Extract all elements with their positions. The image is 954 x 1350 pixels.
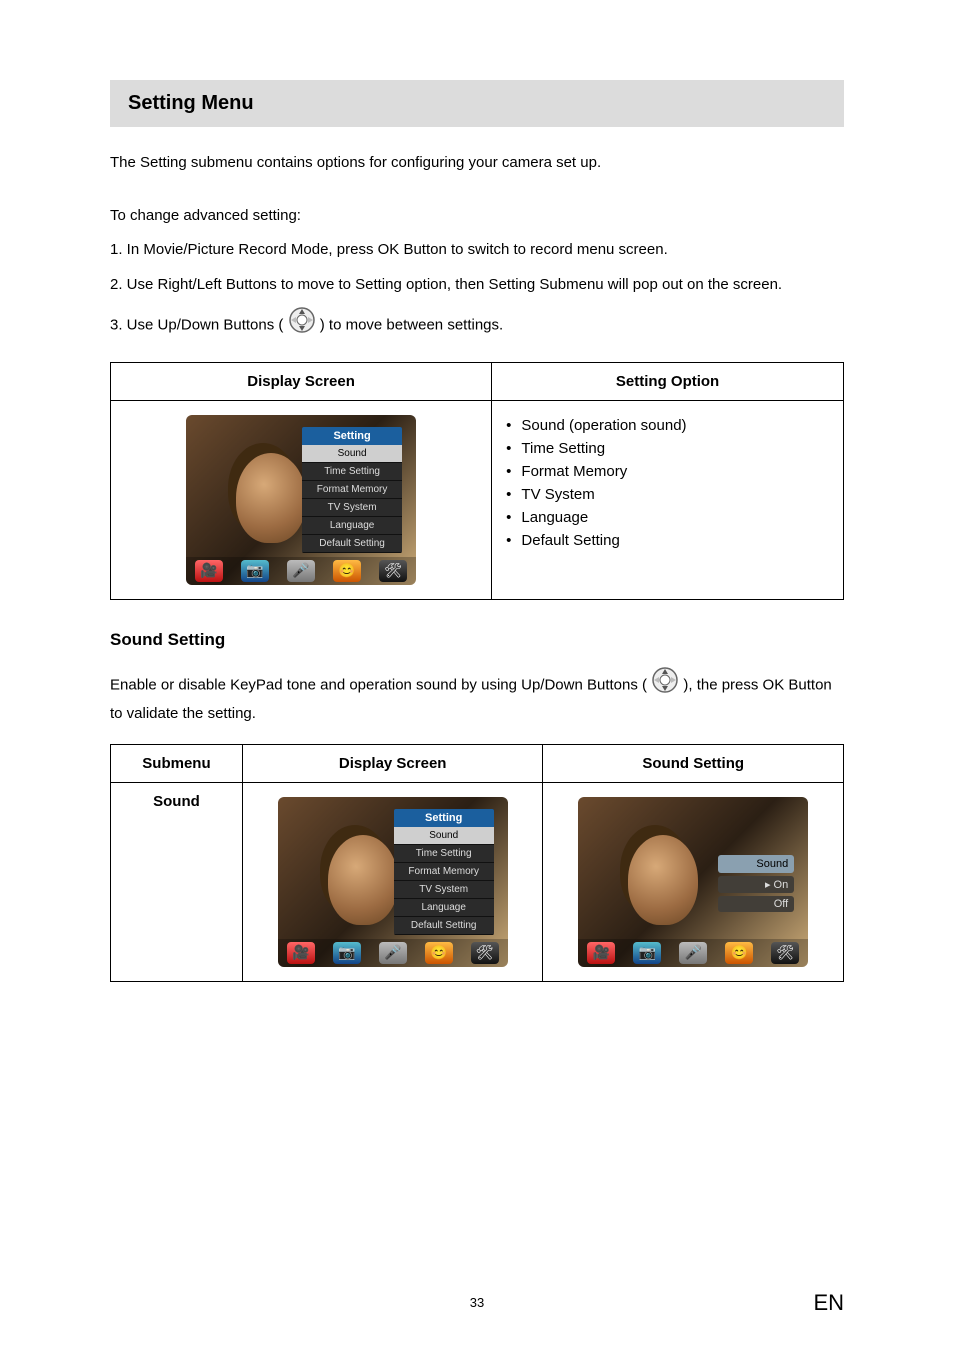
photo-icon[interactable]: 📷: [333, 942, 361, 964]
t2-sound-cell: Sound ▸ On Off 🎥 📷 🎤 😊 🛠: [543, 782, 844, 981]
nav-pad-icon: [288, 306, 316, 342]
menu-item[interactable]: Default Setting: [302, 535, 402, 553]
movie-icon[interactable]: 🎥: [587, 942, 615, 964]
photo-icon[interactable]: 📷: [241, 560, 269, 582]
t1-col2-header: Setting Option: [492, 362, 844, 400]
menu-item[interactable]: Language: [302, 517, 402, 535]
mic-icon[interactable]: 🎤: [379, 942, 407, 964]
setting-menu-panel: Setting Sound Time Setting Format Memory…: [394, 809, 494, 935]
steps-lead: To change advanced setting:: [110, 205, 844, 228]
t1-display-cell: Setting Sound Time Setting Format Memory…: [111, 400, 492, 599]
effect-icon[interactable]: 😊: [333, 560, 361, 582]
nav-pad-icon: [651, 666, 679, 702]
t2-col2-header: Display Screen: [242, 744, 543, 782]
step-3: 3. Use Up/Down Buttons ( ) to move betwe…: [110, 308, 844, 344]
sound-option-on[interactable]: ▸ On: [718, 876, 794, 893]
t1-col1-header: Display Screen: [111, 362, 492, 400]
preview-icon-bar: 🎥 📷 🎤 😊 🛠: [278, 939, 508, 967]
page-number: 33: [0, 1295, 954, 1310]
menu-item[interactable]: Time Setting: [302, 463, 402, 481]
list-item: Time Setting: [506, 440, 829, 457]
list-item: Default Setting: [506, 532, 829, 549]
photo-icon[interactable]: 📷: [633, 942, 661, 964]
setting-option-table: Display Screen Setting Option Setting So…: [110, 362, 844, 600]
menu-item[interactable]: Time Setting: [394, 845, 494, 863]
display-screen-preview: Setting Sound Time Setting Format Memory…: [278, 797, 508, 967]
face-photo: [236, 453, 306, 543]
page-title: Setting Menu: [128, 92, 826, 115]
list-item: TV System: [506, 486, 829, 503]
sound-options-panel: Sound ▸ On Off: [718, 855, 794, 915]
effect-icon[interactable]: 😊: [425, 942, 453, 964]
step-3-text-a: 3. Use Up/Down Buttons (: [110, 317, 288, 334]
t2-col1-header: Submenu: [111, 744, 243, 782]
sound-option-off[interactable]: Off: [718, 896, 794, 912]
page-language: EN: [813, 1290, 844, 1316]
list-item: Language: [506, 509, 829, 526]
menu-item[interactable]: Sound: [394, 827, 494, 845]
sound-desc-a: Enable or disable KeyPad tone and operat…: [110, 676, 651, 693]
list-item: Sound (operation sound): [506, 417, 829, 434]
list-item: Format Memory: [506, 463, 829, 480]
movie-icon[interactable]: 🎥: [287, 942, 315, 964]
sound-setting-desc: Enable or disable KeyPad tone and operat…: [110, 668, 844, 726]
tools-icon[interactable]: 🛠: [771, 942, 799, 964]
t2-display-cell: Setting Sound Time Setting Format Memory…: [242, 782, 543, 981]
menu-item[interactable]: Format Memory: [394, 863, 494, 881]
menu-item[interactable]: Sound: [302, 445, 402, 463]
t1-options-cell: Sound (operation sound) Time Setting For…: [492, 400, 844, 599]
submenu-label: Sound: [111, 782, 243, 981]
preview-icon-bar: 🎥 📷 🎤 😊 🛠: [578, 939, 808, 967]
tools-icon[interactable]: 🛠: [379, 560, 407, 582]
setting-menu-panel: Setting Sound Time Setting Format Memory…: [302, 427, 402, 553]
menu-item[interactable]: Language: [394, 899, 494, 917]
step-1: 1. In Movie/Picture Record Mode, press O…: [110, 239, 844, 262]
mic-icon[interactable]: 🎤: [287, 560, 315, 582]
setting-option-list: Sound (operation sound) Time Setting For…: [506, 417, 829, 549]
menu-item[interactable]: TV System: [302, 499, 402, 517]
step-3-text-b: ) to move between settings.: [320, 317, 503, 334]
sound-setting-heading: Sound Setting: [110, 630, 844, 650]
sound-panel-title: Sound: [718, 855, 794, 873]
display-screen-preview: Setting Sound Time Setting Format Memory…: [186, 415, 416, 585]
preview-icon-bar: 🎥 📷 🎤 😊 🛠: [186, 557, 416, 585]
menu-item[interactable]: Format Memory: [302, 481, 402, 499]
intro-text: The Setting submenu contains options for…: [110, 152, 844, 175]
menu-title: Setting: [302, 427, 402, 445]
mic-icon[interactable]: 🎤: [679, 942, 707, 964]
menu-title: Setting: [394, 809, 494, 827]
menu-item[interactable]: Default Setting: [394, 917, 494, 935]
step-2: 2. Use Right/Left Buttons to move to Set…: [110, 274, 844, 297]
face-photo: [628, 835, 698, 925]
movie-icon[interactable]: 🎥: [195, 560, 223, 582]
tools-icon[interactable]: 🛠: [471, 942, 499, 964]
section-header: Setting Menu: [110, 80, 844, 127]
sound-setting-preview: Sound ▸ On Off 🎥 📷 🎤 😊 🛠: [578, 797, 808, 967]
face-photo: [328, 835, 398, 925]
t2-col3-header: Sound Setting: [543, 744, 844, 782]
effect-icon[interactable]: 😊: [725, 942, 753, 964]
menu-item[interactable]: TV System: [394, 881, 494, 899]
sound-setting-table: Submenu Display Screen Sound Setting Sou…: [110, 744, 844, 982]
